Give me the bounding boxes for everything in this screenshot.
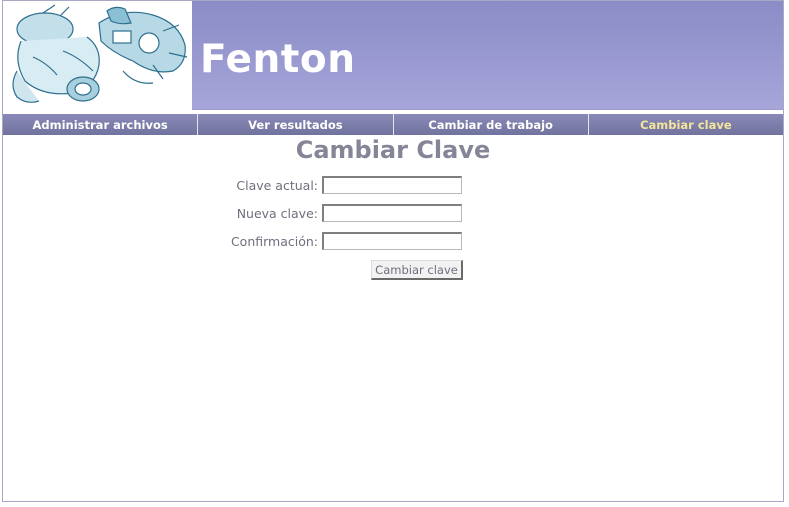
confirm-password-label: Confirmación: [230, 234, 318, 249]
nav-item-ver-resultados[interactable]: Ver resultados [198, 114, 394, 135]
new-password-field[interactable] [322, 204, 462, 222]
page-title: Cambiar Clave [295, 136, 491, 164]
site-title: Fenton [200, 37, 356, 82]
logo [3, 1, 192, 113]
current-password-label: Clave actual: [236, 178, 318, 193]
current-password-row: Clave actual: [3, 176, 783, 196]
page-frame: Fenton Administrar archivos Ver resultad… [2, 0, 784, 502]
confirm-password-field[interactable] [322, 232, 462, 250]
astronaut-robot-drawing-icon [12, 4, 188, 103]
new-password-label: Nueva clave: [236, 206, 318, 221]
nav-item-cambiar-clave[interactable]: Cambiar clave [588, 114, 783, 135]
current-password-field[interactable] [322, 176, 462, 194]
nav-item-administrar-archivos[interactable]: Administrar archivos [3, 114, 199, 135]
new-password-row: Nueva clave: [3, 204, 783, 224]
header-banner: Fenton [192, 1, 783, 109]
nav-item-cambiar-de-trabajo[interactable]: Cambiar de trabajo [393, 114, 589, 135]
confirm-password-row: Confirmación: [3, 232, 783, 252]
main-nav: Administrar archivos Ver resultados Camb… [3, 114, 783, 135]
change-password-button[interactable]: Cambiar clave [371, 260, 463, 280]
header: Fenton [3, 1, 783, 114]
